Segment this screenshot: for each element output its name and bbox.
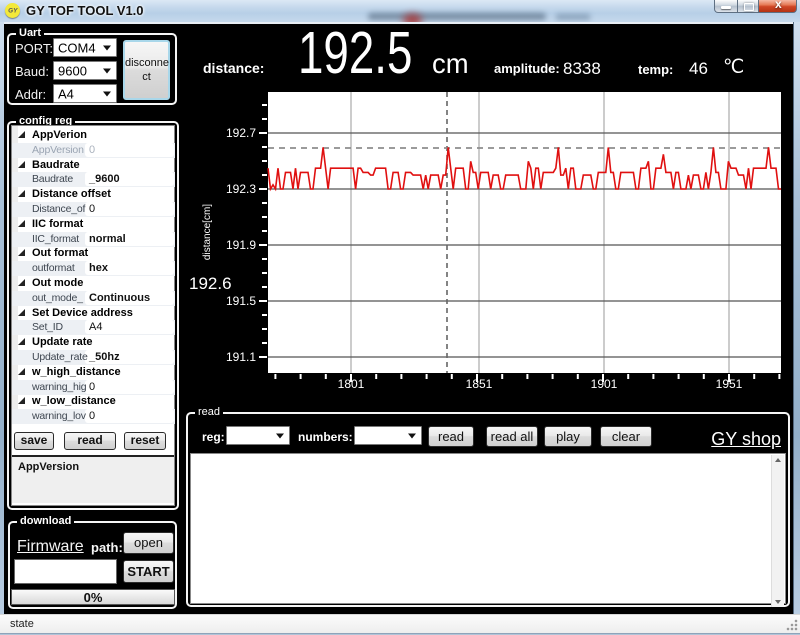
svg-text:191.1: 191.1 <box>226 350 256 364</box>
svg-text:191.5: 191.5 <box>226 294 256 308</box>
svg-text:1901: 1901 <box>591 377 618 391</box>
svg-text:1801: 1801 <box>338 377 365 391</box>
svg-text:1851: 1851 <box>466 377 493 391</box>
svg-text:distance[cm]: distance[cm] <box>202 204 213 260</box>
svg-text:192.6: 192.6 <box>189 274 232 293</box>
svg-text:192.7: 192.7 <box>226 126 256 140</box>
svg-text:192.3: 192.3 <box>226 182 256 196</box>
svg-text:1951: 1951 <box>716 377 743 391</box>
svg-text:191.9: 191.9 <box>226 238 256 252</box>
